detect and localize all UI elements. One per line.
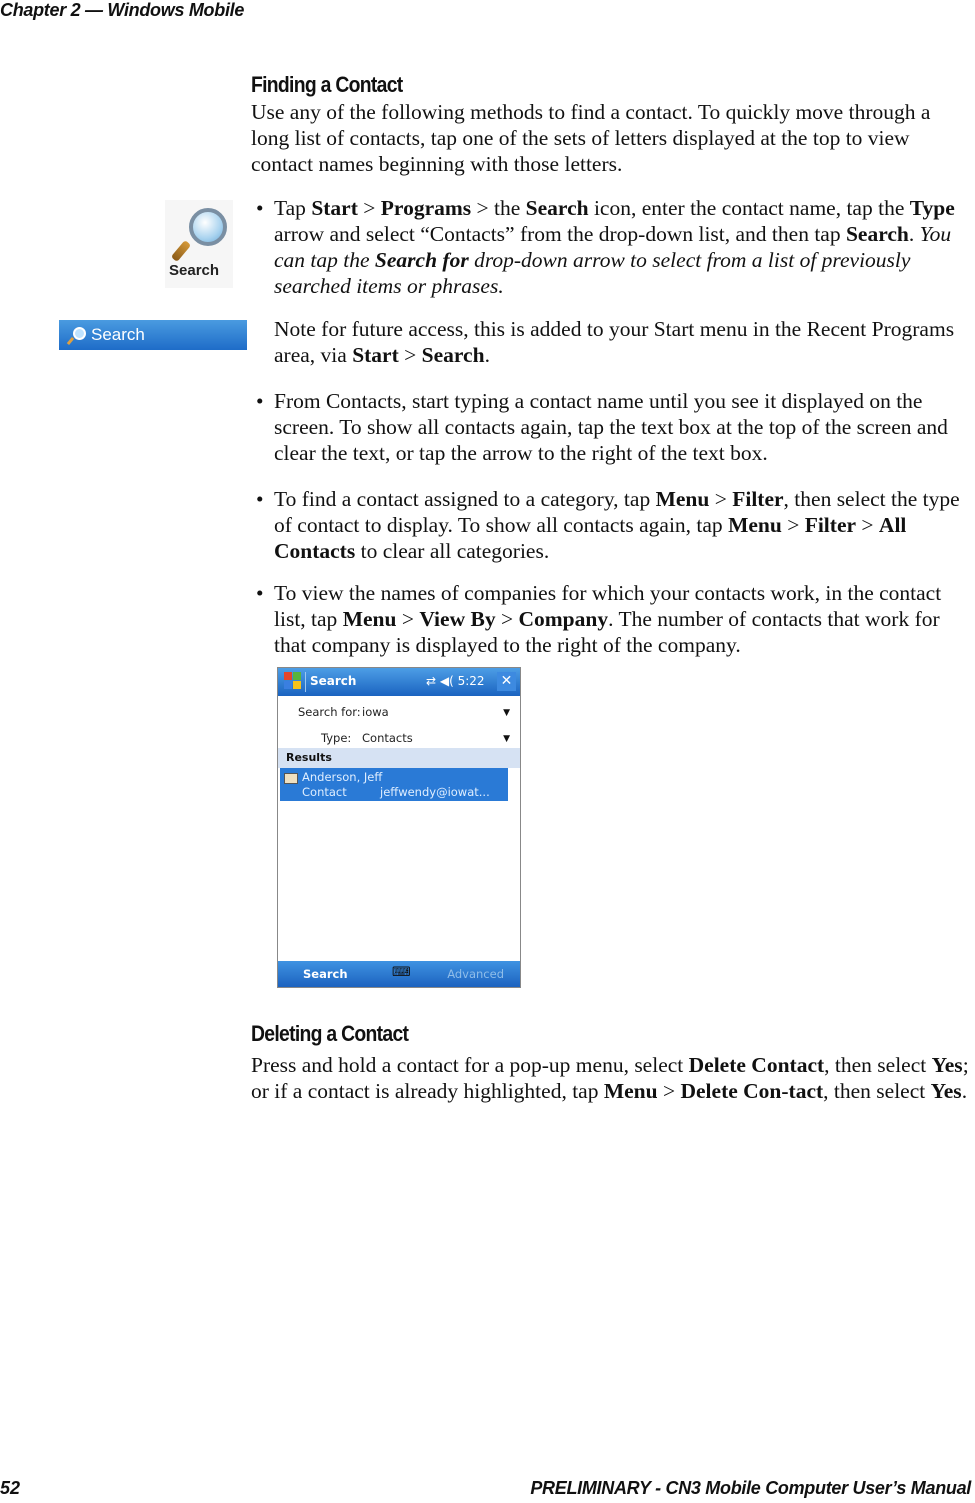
bullet-typing: • From Contacts, start typing a contact n… [256, 389, 948, 465]
page-header: Chapter 2 — Windows Mobile [0, 0, 245, 20]
search-for-label: Search for: [298, 705, 361, 719]
start-menu-search-item: Search [59, 320, 247, 350]
bullet-search: • Tap Start > Programs > the Search icon… [256, 196, 955, 298]
window-title: Search [310, 674, 357, 688]
status-icons-clock: ⇄ ◀( 5:22 [426, 674, 485, 688]
magnifier-icon [189, 208, 227, 246]
section-heading-finding: Finding a Contact [251, 72, 403, 97]
result-item[interactable]: Anderson, Jeff Contact jeffwendy@iowat..… [280, 768, 508, 801]
contact-card-icon [284, 773, 298, 784]
search-icon-label: Search [169, 262, 220, 279]
type-label: Type: [321, 731, 352, 745]
section-heading-deleting: Deleting a Contact [251, 1021, 409, 1046]
bullet-company: • To view the names of companies for whi… [256, 581, 942, 657]
title-bar: Search ⇄ ◀( 5:22 ✕ [278, 668, 520, 696]
keyboard-icon[interactable]: ⌨ [392, 965, 411, 980]
close-icon[interactable]: ✕ [497, 672, 516, 691]
deleting-text: Press and hold a contact for a pop-up me… [251, 1053, 969, 1103]
softkey-bar: Search ⌨ Advanced [278, 961, 520, 987]
note-start-menu: Note for future access, this is added to… [274, 317, 955, 367]
type-dropdown-icon[interactable]: ▼ [503, 734, 510, 744]
bullet-category: • To find a contact assigned to a catego… [256, 487, 960, 563]
windows-start-icon[interactable] [284, 672, 302, 690]
search-for-dropdown-icon[interactable]: ▼ [503, 708, 510, 718]
search-for-input[interactable]: iowa [362, 705, 389, 719]
advanced-softkey[interactable]: Advanced [447, 967, 504, 981]
search-app-icon: Search [165, 200, 233, 288]
finding-intro: Use any of the following methods to find… [251, 100, 931, 176]
results-header: Results [278, 748, 520, 768]
magnifier-icon [73, 327, 86, 340]
type-select[interactable]: Contacts [362, 731, 413, 745]
manual-title: PRELIMINARY - CN3 Mobile Computer User’s… [530, 1478, 971, 1498]
search-softkey[interactable]: Search [303, 967, 348, 981]
page-number: 52 [0, 1478, 21, 1498]
search-screen-screenshot: Search ⇄ ◀( 5:22 ✕ Search for: iowa ▼ Ty… [277, 667, 521, 988]
